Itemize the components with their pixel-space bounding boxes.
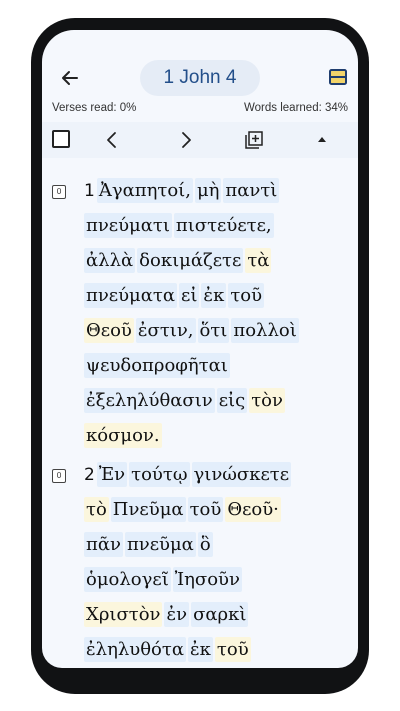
greek-word[interactable]: Ἰησοῦν: [172, 567, 242, 592]
previous-button[interactable]: [98, 126, 126, 154]
copy-add-icon: [245, 131, 263, 149]
verse-status-icon[interactable]: 0: [52, 469, 66, 483]
notes-icon: [329, 69, 347, 85]
greek-word[interactable]: ἐστιν,: [135, 318, 196, 343]
verse-number: 2: [84, 465, 95, 485]
back-button[interactable]: [56, 64, 84, 92]
greek-word[interactable]: εἰ: [179, 283, 200, 308]
greek-word[interactable]: τὸ: [84, 497, 109, 522]
next-button[interactable]: [172, 126, 200, 154]
greek-word[interactable]: Θεοῦ·: [225, 497, 281, 522]
select-all-checkbox[interactable]: [52, 130, 70, 148]
greek-word[interactable]: ἐν: [164, 602, 190, 627]
words-learned-label: Words learned: 34%: [244, 102, 348, 114]
greek-word[interactable]: τὰ: [245, 248, 272, 273]
collapse-button[interactable]: [308, 126, 336, 154]
greek-word[interactable]: ὃ: [197, 532, 213, 557]
greek-word[interactable]: τοῦ: [228, 283, 265, 308]
verse-line: πᾶν πνεῦμα ὃ: [84, 530, 215, 560]
greek-word[interactable]: τούτῳ: [129, 462, 190, 487]
greek-word[interactable]: ἐκ: [188, 637, 213, 662]
greek-word[interactable]: πνεύματα: [84, 283, 178, 308]
greek-word[interactable]: κόσμον.: [84, 423, 162, 448]
verse-line: ὁμολογεῖ Ἰησοῦν: [84, 565, 244, 595]
verse-list: 0 1 Ἀγαπητοί, μὴ παντὶ πνεύματι πιστεύετε, ἀλλὰ…: [42, 160, 358, 668]
verse-line: ψευδοπροφῆται: [84, 351, 232, 381]
greek-word[interactable]: δοκιμάζετε: [137, 248, 244, 273]
greek-word[interactable]: ἐκ: [201, 283, 227, 308]
verse-line: τὸ Πνεῦμα τοῦ Θεοῦ·: [84, 495, 283, 525]
greek-word[interactable]: ἐληλυθότα: [84, 637, 186, 662]
greek-word[interactable]: Ἐν: [96, 462, 128, 487]
greek-word[interactable]: Ἀγαπητοί,: [96, 178, 193, 203]
verse-line: ἐληλυθότα ἐκ τοῦ: [84, 635, 253, 665]
greek-word[interactable]: εἰς: [216, 388, 248, 413]
greek-word[interactable]: ἀλλὰ: [84, 248, 136, 273]
verse-line: πνεύματι πιστεύετε,: [84, 211, 276, 241]
greek-word[interactable]: πᾶν: [84, 532, 123, 557]
greek-word[interactable]: ἐξεληλύθασιν: [84, 388, 215, 413]
verse-line: Θεοῦ ἐστιν, ὅτι πολλοὶ: [84, 316, 301, 346]
verse-line: κόσμον.: [84, 421, 164, 451]
progress-stats: Verses read: 0% Words learned: 34%: [42, 102, 358, 118]
app-screen: 1 John 4 Verses read: 0% Words learned: …: [42, 30, 358, 668]
verse-line: 1 Ἀγαπητοί, μὴ παντὶ: [84, 176, 281, 206]
greek-word[interactable]: τοῦ: [187, 497, 224, 522]
chevron-left-icon: [107, 132, 116, 148]
notes-button[interactable]: [328, 67, 348, 87]
greek-word[interactable]: Θεοῦ: [84, 318, 134, 343]
verse-line: ἐξεληλύθασιν εἰς τὸν: [84, 386, 287, 416]
greek-word[interactable]: σαρκὶ: [191, 602, 249, 627]
greek-word[interactable]: παντὶ: [223, 178, 280, 203]
verse-line: Χριστὸν ἐν σαρκὶ: [84, 600, 250, 630]
verse-number: 1: [84, 181, 95, 201]
greek-word[interactable]: πιστεύετε,: [173, 213, 274, 238]
verse-line: 2 Ἐν τούτῳ γινώσκετε: [84, 460, 293, 490]
greek-word[interactable]: Πνεῦμα: [110, 497, 186, 522]
greek-word[interactable]: ὅτι: [197, 318, 230, 343]
greek-word[interactable]: πνεῦμα: [124, 532, 196, 557]
greek-word[interactable]: πολλοὶ: [231, 318, 299, 343]
chapter-title: 1 John 4: [163, 67, 237, 88]
greek-word[interactable]: Χριστὸν: [84, 602, 163, 627]
greek-word[interactable]: γινώσκετε: [191, 462, 292, 487]
chapter-title-button[interactable]: 1 John 4: [140, 60, 260, 96]
greek-word[interactable]: ψευδοπροφῆται: [84, 353, 230, 378]
verse-status-icon[interactable]: 0: [52, 185, 66, 199]
toolbar: [42, 122, 358, 158]
verses-read-label: Verses read: 0%: [52, 102, 137, 114]
copy-add-button[interactable]: [240, 126, 268, 154]
greek-word[interactable]: μὴ: [194, 178, 222, 203]
greek-word[interactable]: ὁμολογεῖ: [84, 567, 171, 592]
triangle-up-icon: [318, 137, 326, 142]
chevron-right-icon: [182, 132, 191, 148]
arrow-left-icon: [62, 71, 78, 85]
greek-word[interactable]: τὸν: [249, 388, 285, 413]
verse-line: πνεύματα εἰ ἐκ τοῦ: [84, 281, 266, 311]
verse-line: ἀλλὰ δοκιμάζετε τὰ: [84, 246, 273, 276]
header-bar: 1 John 4: [42, 58, 358, 98]
greek-word[interactable]: πνεύματι: [84, 213, 172, 238]
greek-word[interactable]: τοῦ: [214, 637, 251, 662]
